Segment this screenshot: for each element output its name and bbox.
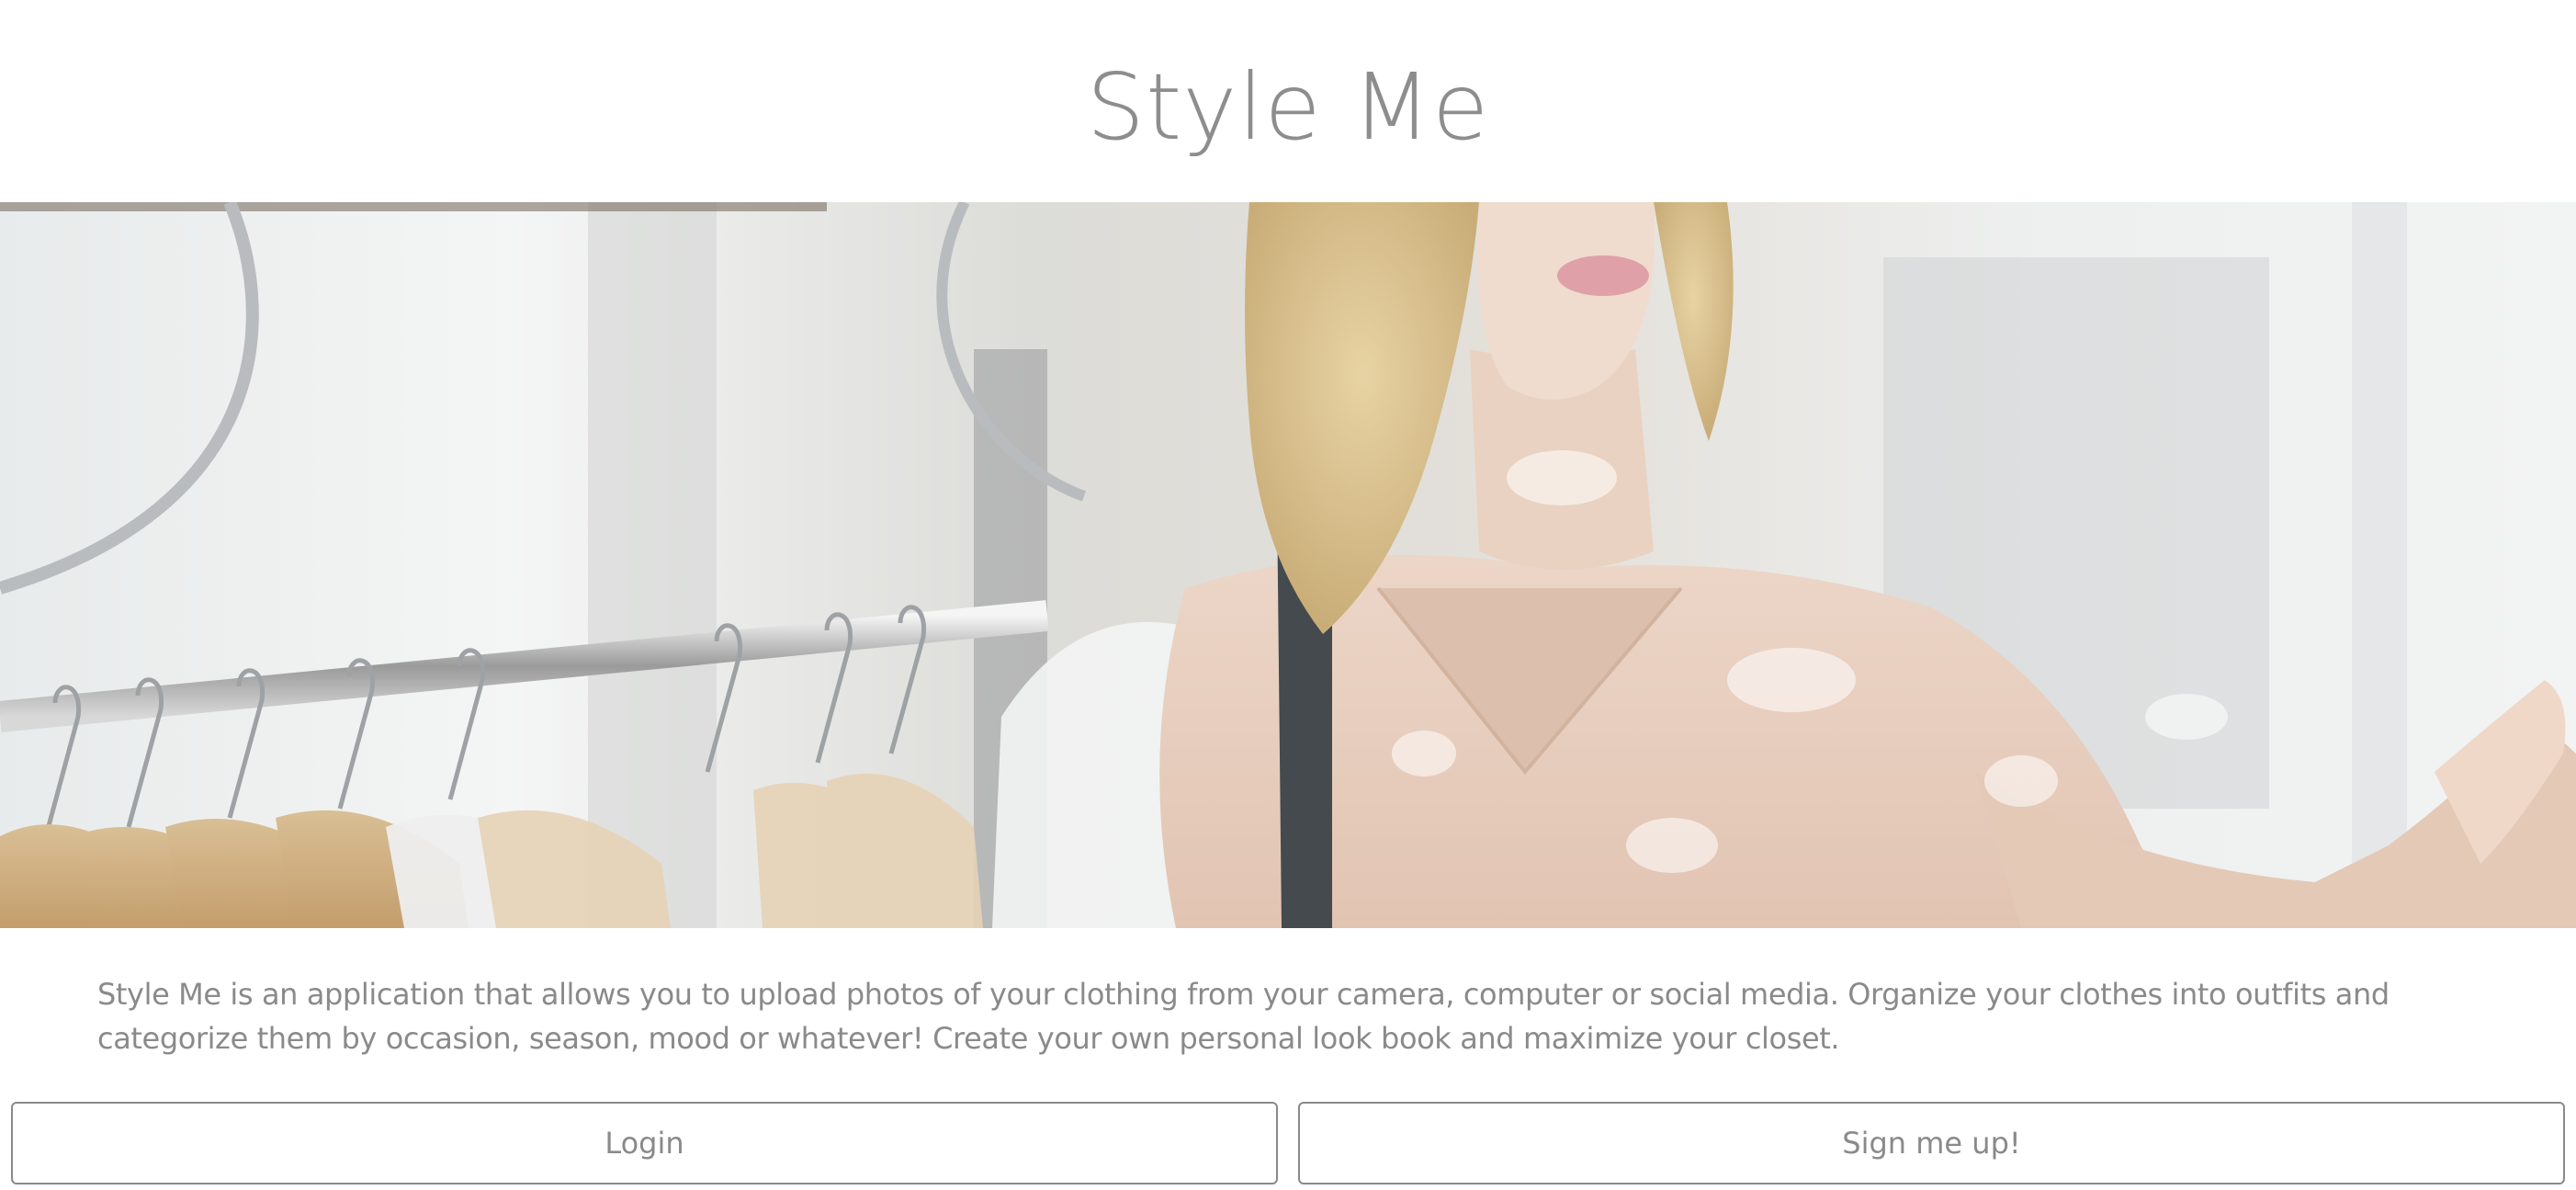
hero-photo-illustration [0,202,2576,928]
page-title: Style Me [1086,52,1490,161]
login-button[interactable]: Login [11,1102,1278,1184]
hero-image [0,202,2576,928]
intro-description: Style Me is an application that allows y… [97,977,2390,1056]
auth-actions: Login Sign me up! [0,1102,2576,1184]
signup-button[interactable]: Sign me up! [1298,1102,2565,1184]
page-header: Style Me [0,0,2576,202]
